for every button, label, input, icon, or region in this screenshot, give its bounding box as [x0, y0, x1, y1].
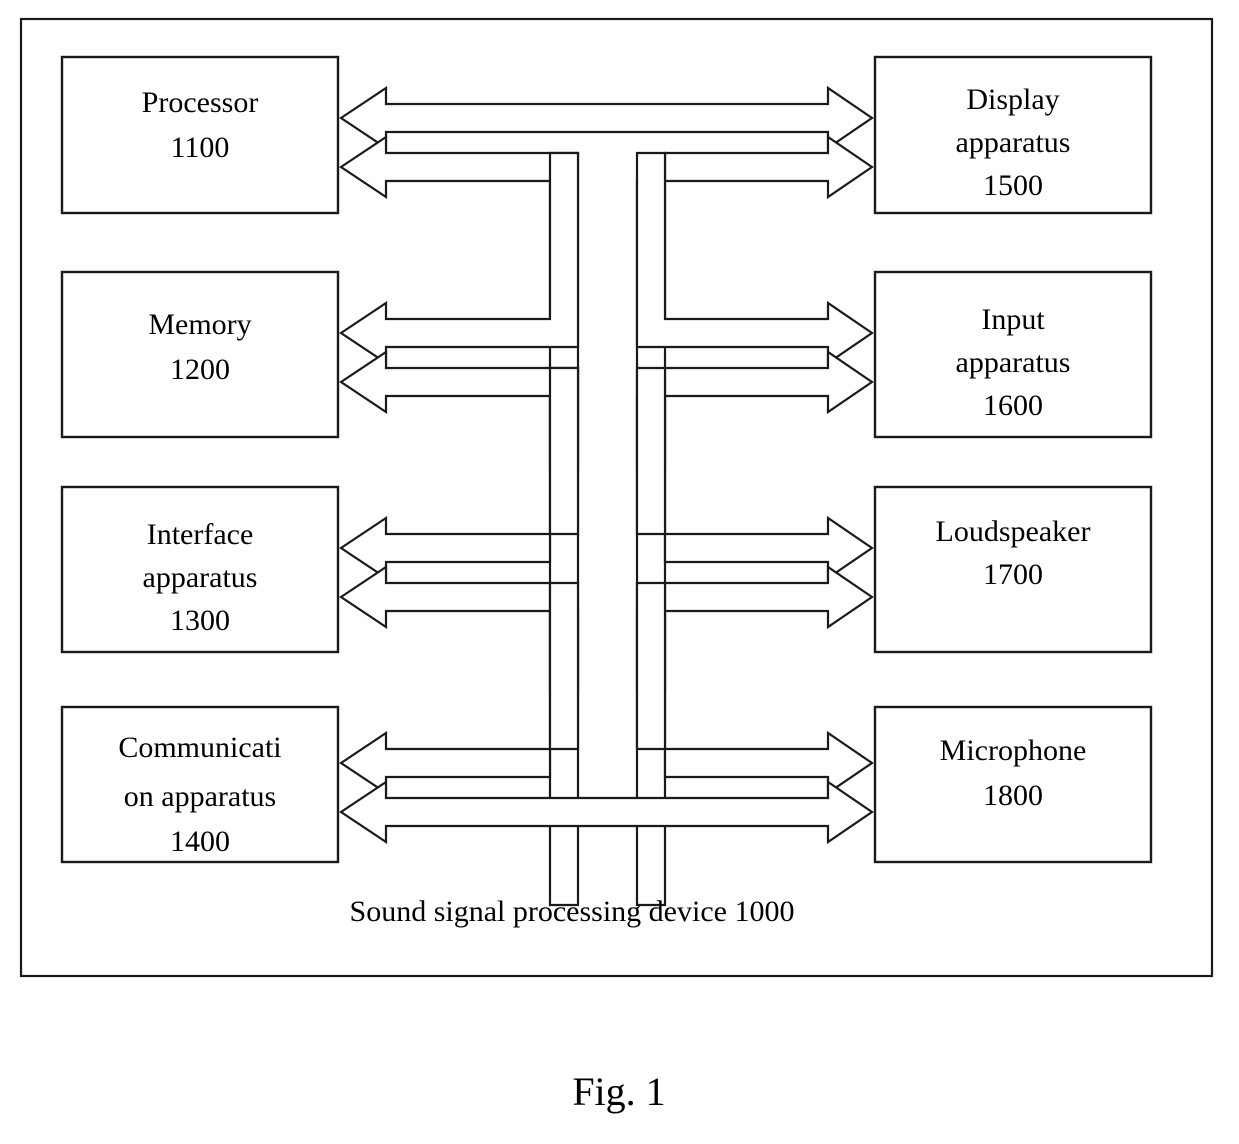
- arrow-right-bus-display: [635, 134, 874, 472]
- node-processor-line1: Processor: [142, 86, 259, 119]
- node-input-apparatus-line3: 1600: [983, 389, 1043, 422]
- node-input-apparatus-line2: apparatus: [956, 346, 1071, 379]
- arrow-memory-left-bus-down: [339, 349, 580, 692]
- node-display-apparatus-line2: apparatus: [956, 126, 1071, 159]
- node-input-apparatus-line1: Input: [981, 303, 1045, 336]
- node-memory-line2: 1200: [170, 353, 230, 386]
- figure-label: Fig. 1: [572, 1069, 665, 1114]
- node-loudspeaker-line1: Loudspeaker: [936, 515, 1091, 548]
- node-communication-apparatus-line2: on apparatus: [124, 780, 276, 813]
- node-interface-apparatus-line2: apparatus: [143, 561, 258, 594]
- device-caption: Sound signal processing device 1000: [350, 895, 795, 928]
- node-communication-apparatus-line1: Communicati: [118, 731, 281, 764]
- arrow-right-bus-loudspeaker-down: [635, 564, 874, 907]
- figure-1-root: Processor 1100 Display apparatus 1500 Me…: [0, 0, 1239, 1144]
- block-diagram-canvas: Processor 1100 Display apparatus 1500 Me…: [19, 17, 1214, 1114]
- node-microphone-line1: Microphone: [940, 734, 1087, 767]
- arrow-processor-left-bus: [339, 134, 580, 472]
- node-display-apparatus-line3: 1500: [983, 169, 1043, 202]
- node-communication-apparatus-line3: 1400: [170, 825, 230, 858]
- arrow-interface-left-bus-down: [339, 564, 580, 907]
- arrow-processor-display-top: [339, 85, 874, 151]
- node-display-apparatus-line1: Display: [966, 83, 1059, 116]
- node-loudspeaker-line2: 1700: [983, 558, 1043, 591]
- node-memory-line1: Memory: [148, 308, 251, 341]
- node-microphone-line2: 1800: [983, 779, 1043, 812]
- node-interface-apparatus-line3: 1300: [170, 604, 230, 637]
- arrow-communication-microphone-bottom: [339, 779, 874, 845]
- arrow-right-bus-input-down: [635, 349, 874, 692]
- node-interface-apparatus-line1: Interface: [147, 518, 254, 551]
- node-processor-line2: 1100: [171, 131, 230, 164]
